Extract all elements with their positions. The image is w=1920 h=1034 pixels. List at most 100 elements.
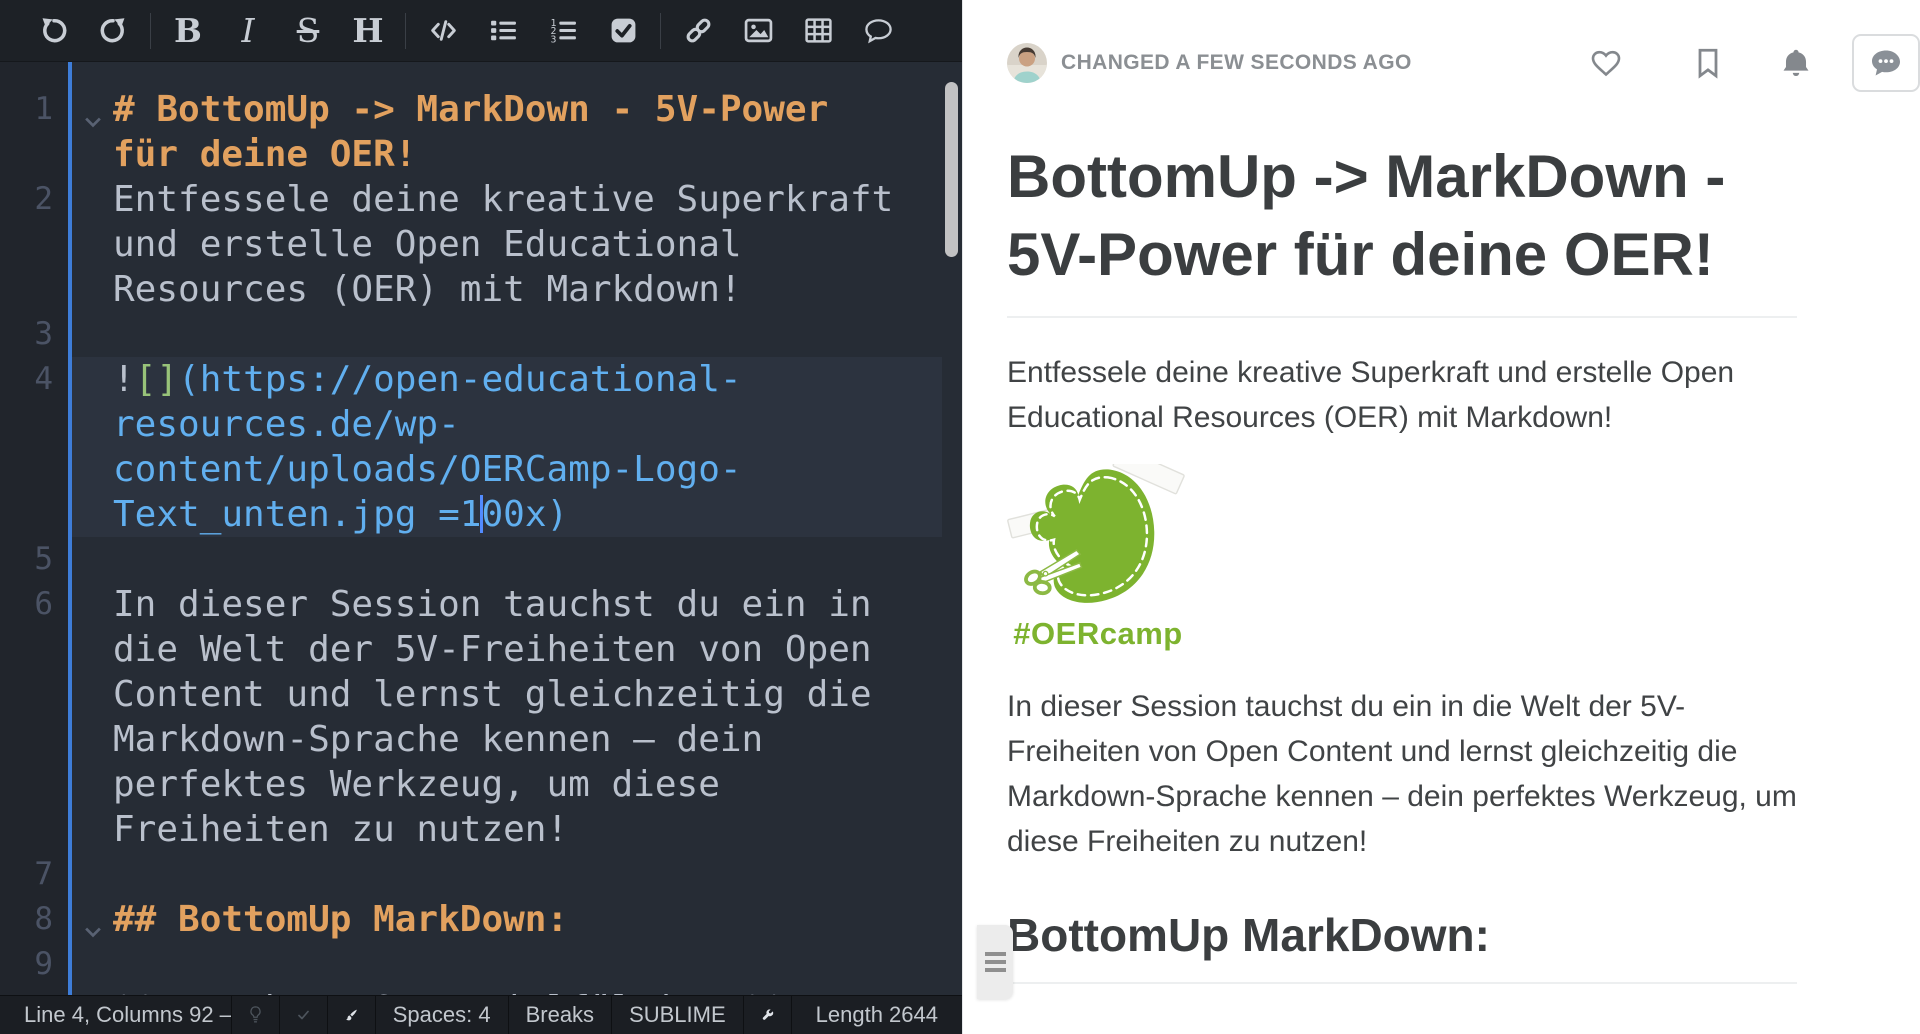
line-number: 1 [0, 87, 53, 132]
check-square-icon [609, 16, 638, 45]
code-token: (https://open-educational-resources.de/w… [113, 359, 742, 535]
editor-line[interactable]: 6In dieser Session tauchst du ein in die… [0, 582, 962, 852]
strikethrough-icon: S [297, 14, 320, 47]
code-button[interactable] [426, 11, 460, 51]
line-number: 7 [0, 852, 53, 897]
line-text [113, 312, 905, 357]
code-editor[interactable]: 1# BottomUp -> MarkDown - 5V-Power für d… [0, 62, 962, 995]
italic-button[interactable]: I [231, 11, 265, 51]
line-gutter[interactable]: 5 [0, 537, 113, 582]
code-token: ## BottomUp MarkDown: [113, 899, 568, 940]
editor-line[interactable]: 2 Entfessele deine kreative Superkraft un… [0, 177, 962, 312]
editor-line[interactable]: 3 [0, 312, 962, 357]
code-token: **Verwahren & Vervielfältigen** [113, 989, 785, 995]
notifications-button[interactable] [1780, 47, 1812, 79]
gutter-divider [68, 62, 72, 995]
editor-line[interactable]: 7 [0, 852, 962, 897]
pane-resize-handle[interactable] [977, 925, 1013, 999]
rendered-paragraph-2: In dieser Session tauchst du ein in die … [1007, 684, 1797, 864]
line-text [113, 537, 905, 582]
list-ol-icon: 123 [549, 16, 578, 45]
cursor-position: Line 4, Columns 92 — 21 [0, 996, 232, 1034]
line-gutter[interactable]: 7 [0, 852, 113, 897]
fold-chevron-down-icon[interactable] [82, 909, 104, 931]
editor-content[interactable]: 1# BottomUp -> MarkDown - 5V-Power für d… [0, 87, 962, 995]
line-number: 8 [0, 897, 53, 942]
link-button[interactable] [681, 11, 715, 51]
bold-icon: B [174, 14, 202, 47]
line-number: 2 [0, 177, 53, 222]
fold-chevron-down-icon[interactable] [82, 99, 104, 121]
line-number: 9 [0, 942, 53, 987]
list-ul-icon [489, 16, 518, 45]
line-gutter[interactable]: 3 [0, 312, 113, 357]
editor-line[interactable]: 1# BottomUp -> MarkDown - 5V-Power für d… [0, 87, 962, 177]
line-text: **Verwahren & Vervielfältigen** [113, 987, 905, 995]
table-icon [804, 16, 833, 45]
heading-icon: H [352, 14, 383, 47]
list-ul-button[interactable] [486, 11, 520, 51]
list-ol-button[interactable]: 123 [546, 11, 580, 51]
bookmark-button[interactable] [1692, 47, 1724, 79]
line-gutter[interactable]: 6 [0, 582, 113, 852]
app-window: BISH123 1# BottomUp -> MarkDown - 5V-Pow… [0, 0, 1920, 1034]
line-text: ## BottomUp MarkDown: [113, 897, 905, 942]
line-number: 10 [0, 987, 53, 995]
editor-toolbar: BISH 123 [0, 0, 962, 62]
text-cursor [480, 495, 483, 533]
rendered-paragraph-1: Entfessele deine kreative Superkraft und… [1007, 350, 1797, 440]
line-number: 4 [0, 357, 53, 402]
document-length: Length 2644 [792, 996, 962, 1034]
comment-button[interactable] [861, 11, 895, 51]
line-gutter[interactable]: 4 [0, 357, 113, 537]
line-text: Entfessele deine kreative Superkraft und… [113, 177, 905, 312]
toolbar-group: BISH [151, 11, 405, 51]
image-icon [744, 16, 773, 45]
line-number: 6 [0, 582, 53, 627]
code-token: ! [113, 359, 135, 400]
undo-button[interactable] [36, 11, 70, 51]
line-text [113, 942, 905, 987]
check-square-button[interactable] [606, 11, 640, 51]
keymap-setting[interactable]: SUBLIME [612, 996, 744, 1034]
code-icon [429, 16, 458, 45]
line-gutter[interactable]: 8 [0, 897, 113, 942]
toolbar-group [661, 11, 915, 51]
heading-button[interactable]: H [351, 11, 385, 51]
editor-line[interactable]: 10 **Verwahren & Vervielfältigen** [0, 987, 962, 995]
editor-scrollbar[interactable] [945, 82, 958, 257]
editor-line[interactable]: 8 ## BottomUp MarkDown: [0, 897, 962, 942]
oercamp-logo-text: #OERcamp [1007, 616, 1189, 652]
undo-icon [39, 16, 68, 45]
code-token: 00x) [481, 494, 568, 535]
spaces-setting[interactable]: Spaces: 4 [376, 996, 509, 1034]
favorite-button[interactable] [1590, 47, 1622, 79]
table-button[interactable] [801, 11, 835, 51]
line-number: 3 [0, 312, 53, 357]
line-text [113, 852, 905, 897]
svg-text:3: 3 [550, 35, 556, 45]
night-mode-button[interactable] [232, 996, 280, 1034]
toolbar-group [16, 11, 150, 51]
preferences-button[interactable] [744, 996, 792, 1034]
line-gutter[interactable]: 2 [0, 177, 113, 312]
line-gutter[interactable]: 10 [0, 987, 113, 995]
editor-line[interactable]: 4![](https://open-educational-resources.… [0, 357, 962, 537]
comment-icon [864, 16, 893, 45]
editor-line[interactable]: 9 [0, 942, 962, 987]
line-number: 5 [0, 537, 53, 582]
redo-button[interactable] [96, 11, 130, 51]
bold-button[interactable]: B [171, 11, 205, 51]
theme-button[interactable] [328, 996, 376, 1034]
breaks-setting[interactable]: Breaks [509, 996, 612, 1034]
strikethrough-button[interactable]: S [291, 11, 325, 51]
oercamp-logo-image: #OERcamp [1007, 464, 1189, 652]
image-button[interactable] [741, 11, 775, 51]
spellcheck-button[interactable] [280, 996, 328, 1034]
line-gutter[interactable]: 9 [0, 942, 113, 987]
line-gutter[interactable]: 1 [0, 87, 113, 177]
comments-button[interactable] [1852, 34, 1920, 92]
status-bar: Line 4, Columns 92 — 21 Spaces: 4 Breaks… [0, 995, 962, 1034]
redo-icon [99, 16, 128, 45]
editor-line[interactable]: 5 [0, 537, 962, 582]
